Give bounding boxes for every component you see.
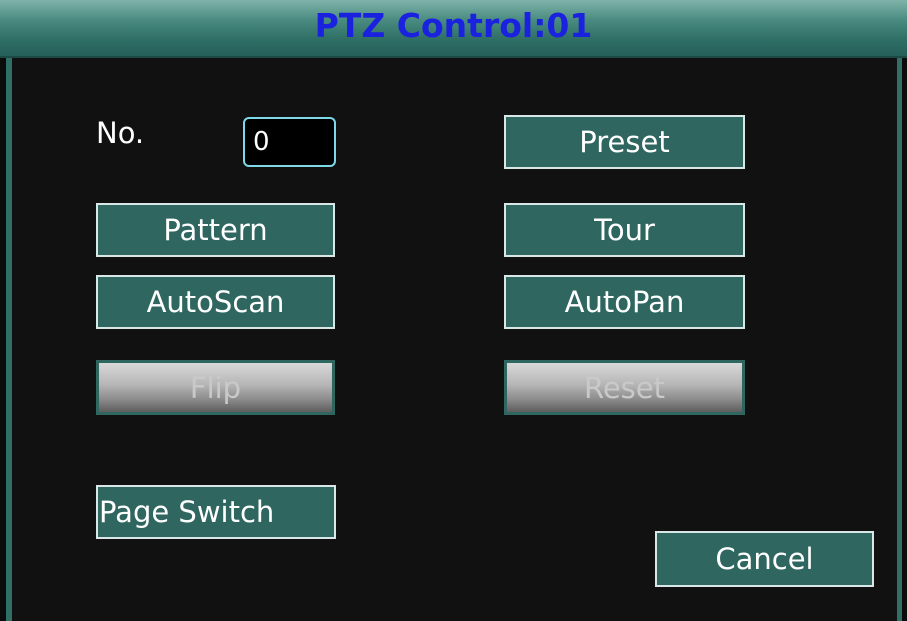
title-bar: PTZ Control:01: [0, 0, 907, 58]
autopan-button[interactable]: AutoPan: [504, 275, 745, 329]
tour-button[interactable]: Tour: [504, 203, 745, 257]
dialog-title: PTZ Control:01: [314, 6, 593, 45]
ptz-control-dialog: PTZ Control:01 No. 0 Preset Pattern Tour…: [0, 0, 907, 621]
right-frame-edge: [897, 58, 902, 621]
autoscan-button[interactable]: AutoScan: [96, 275, 335, 329]
preset-button[interactable]: Preset: [504, 115, 745, 169]
no-label: No.: [96, 116, 145, 150]
page-switch-button[interactable]: Page Switch: [96, 485, 336, 539]
flip-button[interactable]: Flip: [96, 360, 335, 415]
pattern-button[interactable]: Pattern: [96, 203, 335, 257]
reset-button[interactable]: Reset: [504, 360, 745, 415]
cancel-button[interactable]: Cancel: [655, 531, 874, 587]
no-input[interactable]: 0: [243, 117, 336, 167]
